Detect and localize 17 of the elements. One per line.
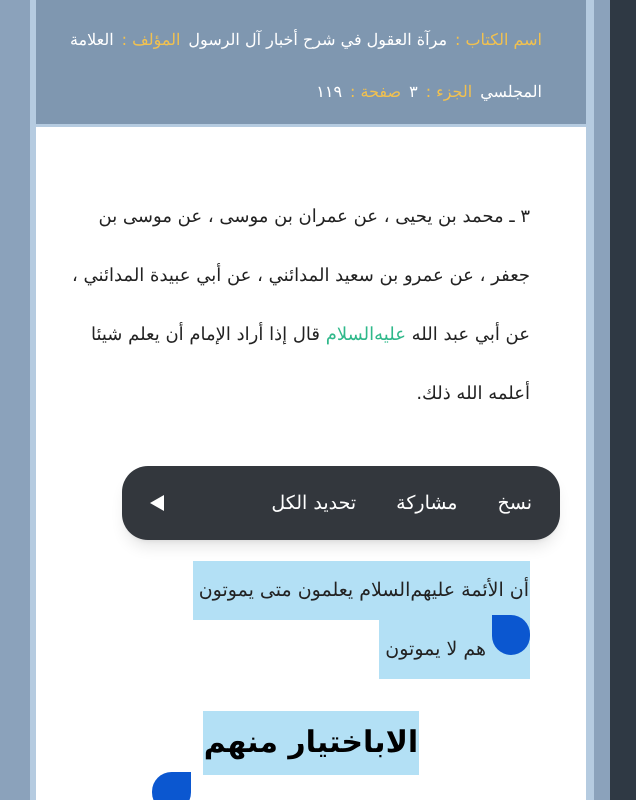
- hadith-text: ٣ ـ محمد بن يحيى ، عن عمران بن موسى ، عن موسى بن جعفر ، عن عمرو بن سعيد المدائني ، عن أبي عبيدة المدائني ، عن أبي عبد الله عليه‌السلام قال إذا أراد الإمام أن يعلم شيئا أعلمه الله ذلك.: [70, 205, 531, 406]
- header-label: المؤلف :: [122, 29, 180, 51]
- selected-text: أن الأئمة عليهم‌السلام يعلمون متى يموتون: [192, 561, 530, 620]
- header-label: صفحة :: [350, 81, 402, 103]
- header-value: مرآة العقول في شرح أخبار آل الرسول: [188, 28, 448, 51]
- header-value: العلامة: [70, 29, 114, 51]
- menu-item[interactable]: تحديد الكل: [271, 488, 356, 518]
- header-label: اسم الكتاب :: [455, 29, 542, 51]
- more-options-icon[interactable]: [150, 495, 164, 511]
- section-heading: الاباختيار منهم: [202, 711, 420, 775]
- menu-item[interactable]: نسخ: [497, 488, 532, 518]
- selection-end-handle[interactable]: [152, 772, 191, 800]
- header-value: ٣: [409, 81, 418, 103]
- header-value: المجلسي: [480, 81, 542, 103]
- header-label: الجزء :: [426, 81, 472, 103]
- menu-item[interactable]: مشاركة: [396, 488, 458, 518]
- header-value: ١١٩: [316, 81, 342, 103]
